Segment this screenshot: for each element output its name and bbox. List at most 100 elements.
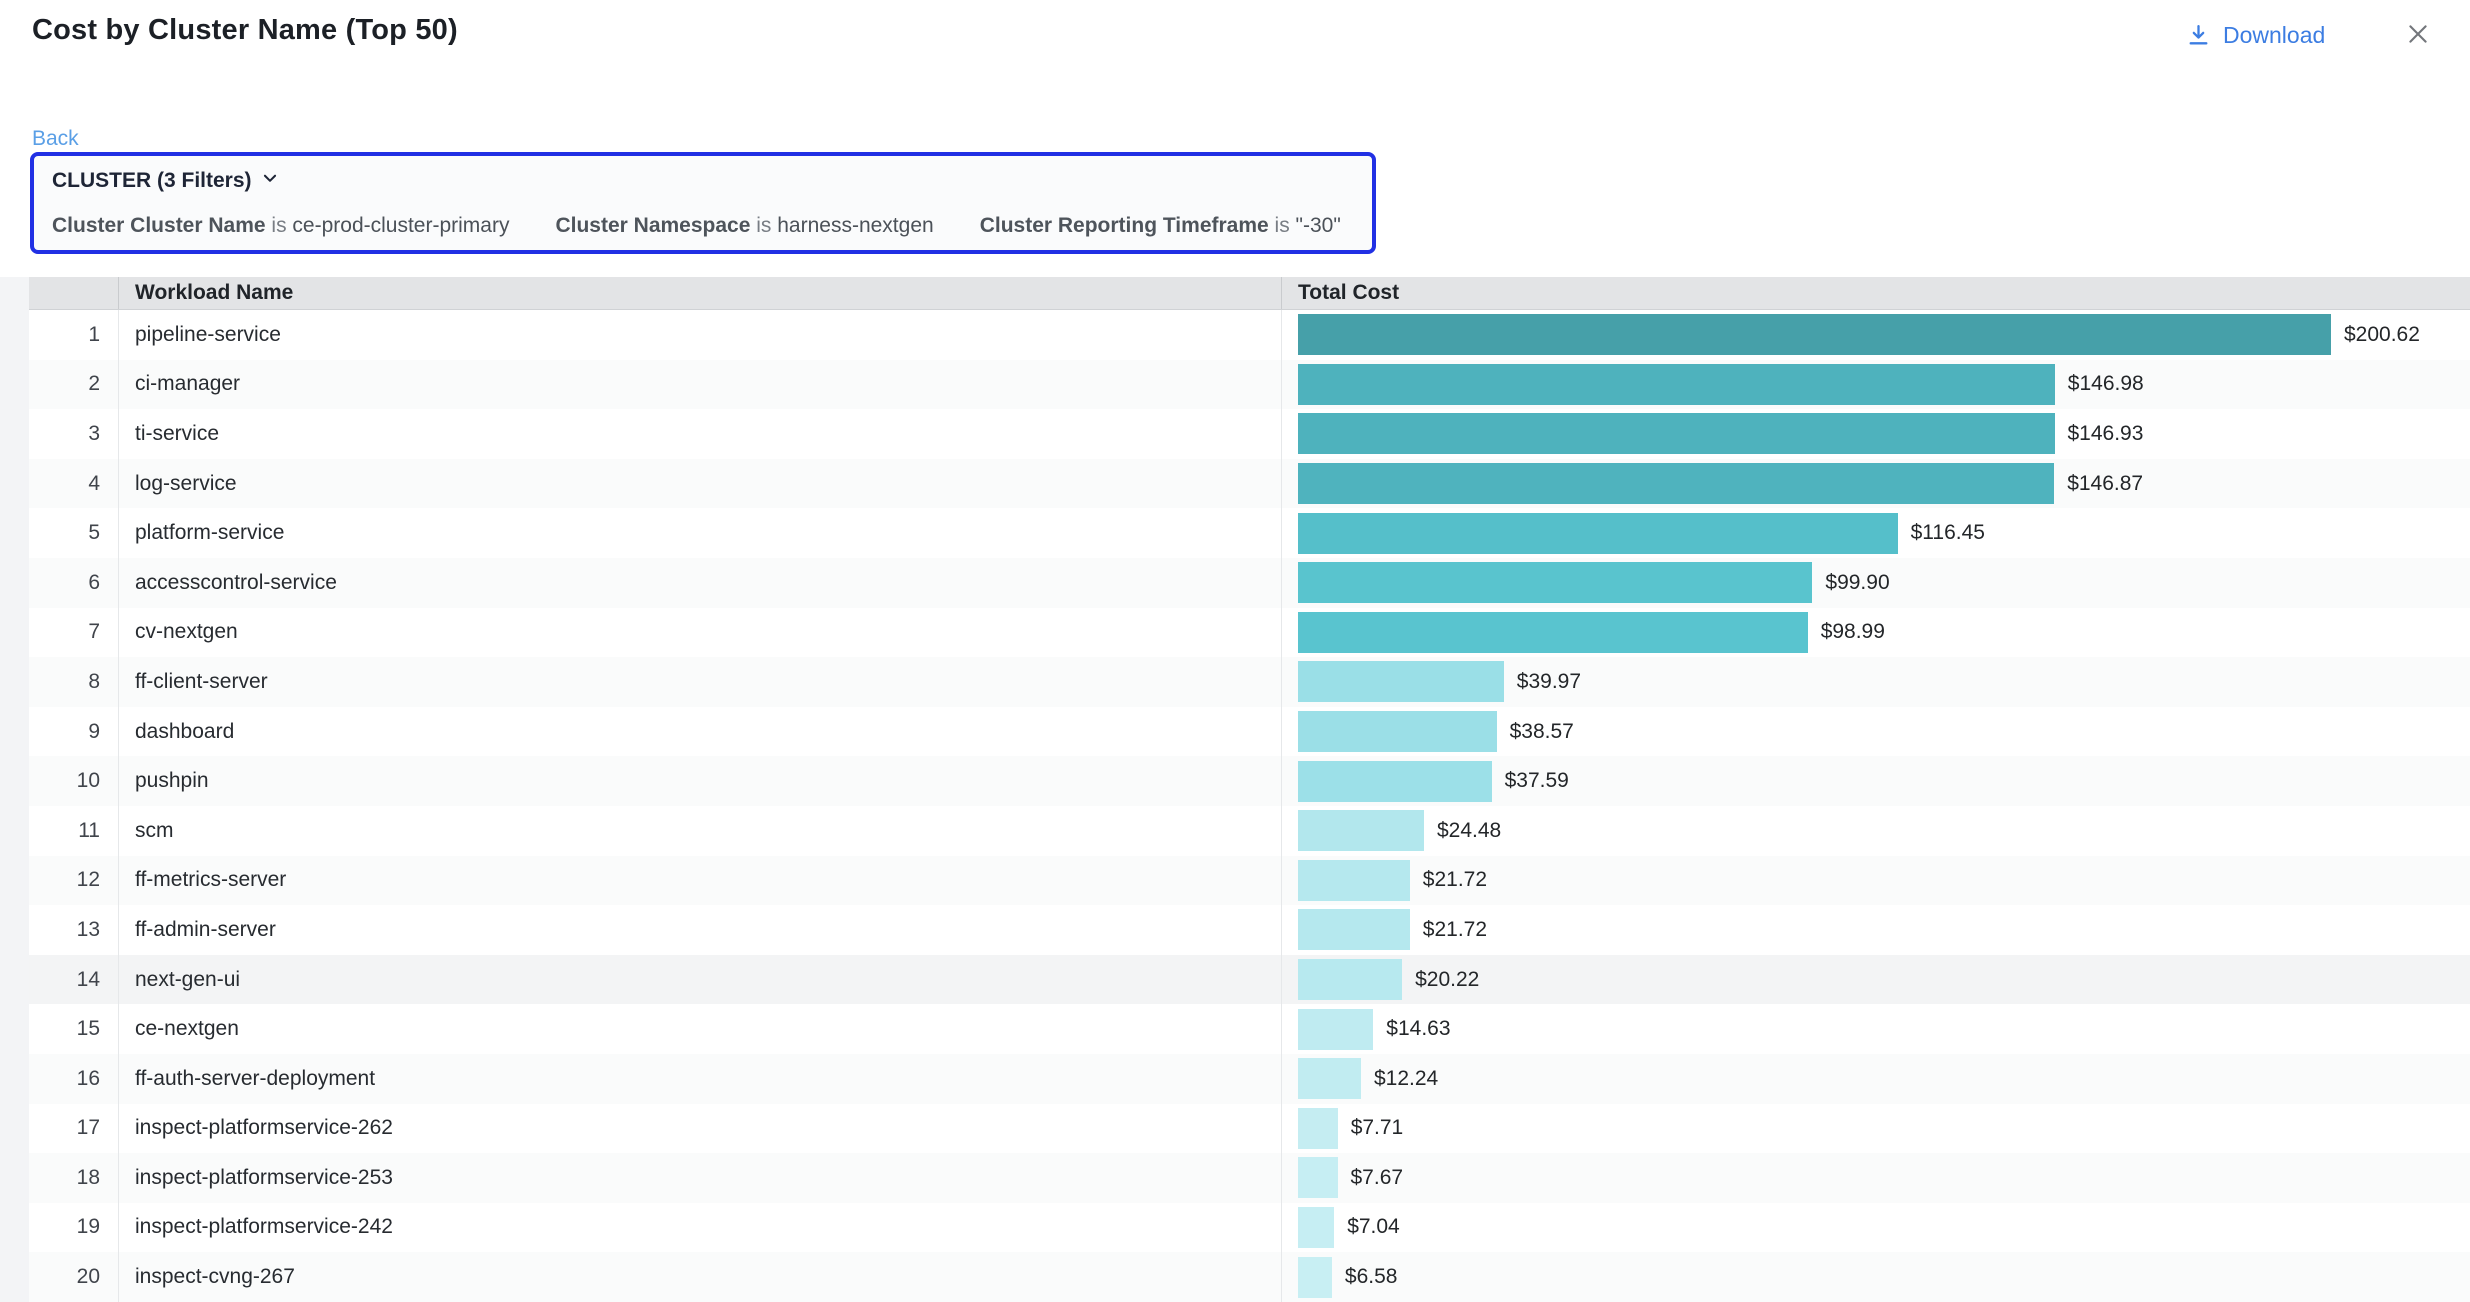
cost-bar bbox=[1298, 413, 2055, 454]
workload-name-cell: inspect-platformservice-262 bbox=[118, 1104, 1281, 1154]
cost-value-label: $24.48 bbox=[1437, 819, 1501, 843]
filter-field: Cluster Reporting Timeframe bbox=[980, 214, 1269, 237]
total-cost-cell: $24.48 bbox=[1281, 806, 2470, 856]
table-row[interactable]: 15 ce-nextgen $14.63 bbox=[29, 1004, 2470, 1054]
row-rank: 10 bbox=[29, 756, 118, 806]
cost-bar bbox=[1298, 810, 1424, 851]
cost-value-label: $98.99 bbox=[1821, 620, 1885, 644]
row-rank: 17 bbox=[29, 1104, 118, 1154]
filter-condition[interactable]: Cluster Namespace is harness-nextgen bbox=[555, 214, 933, 238]
workload-name-cell: ce-nextgen bbox=[118, 1004, 1281, 1054]
page-title: Cost by Cluster Name (Top 50) bbox=[32, 14, 458, 47]
cost-bar bbox=[1298, 612, 1808, 653]
total-cost-cell: $21.72 bbox=[1281, 905, 2470, 955]
table-row[interactable]: 4 log-service $146.87 bbox=[29, 459, 2470, 509]
workload-name-cell: dashboard bbox=[118, 707, 1281, 757]
row-rank: 3 bbox=[29, 409, 118, 459]
cost-value-label: $21.72 bbox=[1423, 868, 1487, 892]
cost-value-label: $39.97 bbox=[1517, 670, 1581, 694]
table-row[interactable]: 13 ff-admin-server $21.72 bbox=[29, 905, 2470, 955]
filter-condition[interactable]: Cluster Cluster Name is ce-prod-cluster-… bbox=[52, 214, 509, 238]
total-cost-cell: $6.58 bbox=[1281, 1252, 2470, 1302]
total-cost-cell: $200.62 bbox=[1281, 310, 2470, 360]
row-rank: 1 bbox=[29, 310, 118, 360]
cost-value-label: $21.72 bbox=[1423, 918, 1487, 942]
table-row[interactable]: 6 accesscontrol-service $99.90 bbox=[29, 558, 2470, 608]
cost-value-label: $146.98 bbox=[2068, 372, 2144, 396]
table-row[interactable]: 5 platform-service $116.45 bbox=[29, 508, 2470, 558]
row-rank: 19 bbox=[29, 1203, 118, 1253]
download-button[interactable]: Download bbox=[2186, 22, 2325, 49]
workload-name-cell: inspect-platformservice-242 bbox=[118, 1203, 1281, 1253]
filter-panel-title: CLUSTER (3 Filters) bbox=[52, 169, 252, 193]
table-row[interactable]: 12 ff-metrics-server $21.72 bbox=[29, 856, 2470, 906]
total-cost-cell: $37.59 bbox=[1281, 756, 2470, 806]
total-cost-column-header: Total Cost bbox=[1281, 277, 2470, 309]
filter-value: ce-prod-cluster-primary bbox=[292, 214, 509, 237]
cost-value-label: $7.71 bbox=[1351, 1116, 1404, 1140]
table-row[interactable]: 7 cv-nextgen $98.99 bbox=[29, 608, 2470, 658]
table-row[interactable]: 9 dashboard $38.57 bbox=[29, 707, 2470, 757]
workload-name-cell: pipeline-service bbox=[118, 310, 1281, 360]
workload-name-cell: ff-auth-server-deployment bbox=[118, 1054, 1281, 1104]
cost-bar bbox=[1298, 711, 1497, 752]
table-header-row: Workload Name Total Cost bbox=[29, 277, 2470, 310]
cost-bar bbox=[1298, 661, 1504, 702]
table-left-gutter bbox=[0, 277, 29, 1302]
total-cost-cell: $7.67 bbox=[1281, 1153, 2470, 1203]
filter-value: "-30" bbox=[1296, 214, 1341, 237]
back-link[interactable]: Back bbox=[32, 127, 79, 151]
table-row[interactable]: 1 pipeline-service $200.62 bbox=[29, 310, 2470, 360]
table-row[interactable]: 16 ff-auth-server-deployment $12.24 bbox=[29, 1054, 2470, 1104]
close-button[interactable] bbox=[2400, 18, 2436, 54]
filter-field: Cluster Cluster Name bbox=[52, 214, 266, 237]
cost-bar bbox=[1298, 314, 2331, 355]
table-row[interactable]: 11 scm $24.48 bbox=[29, 806, 2470, 856]
chevron-down-icon bbox=[261, 169, 279, 193]
workload-name-cell: cv-nextgen bbox=[118, 608, 1281, 658]
filter-field: Cluster Namespace bbox=[555, 214, 750, 237]
cost-value-label: $99.90 bbox=[1825, 571, 1889, 595]
total-cost-cell: $146.98 bbox=[1281, 360, 2470, 410]
table-row[interactable]: 17 inspect-platformservice-262 $7.71 bbox=[29, 1104, 2470, 1154]
workload-name-cell: inspect-cvng-267 bbox=[118, 1252, 1281, 1302]
filter-condition[interactable]: Cluster Reporting Timeframe is "-30" bbox=[980, 214, 1341, 238]
table-row[interactable]: 2 ci-manager $146.98 bbox=[29, 360, 2470, 410]
filter-list: Cluster Cluster Name is ce-prod-cluster-… bbox=[52, 214, 1354, 238]
workload-name-column-header: Workload Name bbox=[118, 277, 1281, 309]
download-label: Download bbox=[2223, 22, 2325, 49]
cost-bar bbox=[1298, 1207, 1334, 1248]
total-cost-cell: $7.04 bbox=[1281, 1203, 2470, 1253]
row-rank: 16 bbox=[29, 1054, 118, 1104]
table-row[interactable]: 14 next-gen-ui $20.22 bbox=[29, 955, 2470, 1005]
workload-name-cell: ti-service bbox=[118, 409, 1281, 459]
row-rank: 8 bbox=[29, 657, 118, 707]
row-rank: 6 bbox=[29, 558, 118, 608]
total-cost-cell: $146.93 bbox=[1281, 409, 2470, 459]
cost-value-label: $6.58 bbox=[1345, 1265, 1398, 1289]
table-row[interactable]: 18 inspect-platformservice-253 $7.67 bbox=[29, 1153, 2470, 1203]
table-row[interactable]: 20 inspect-cvng-267 $6.58 bbox=[29, 1252, 2470, 1302]
table-row[interactable]: 19 inspect-platformservice-242 $7.04 bbox=[29, 1203, 2470, 1253]
workload-name-cell: ff-client-server bbox=[118, 657, 1281, 707]
row-rank: 18 bbox=[29, 1153, 118, 1203]
cost-value-label: $146.87 bbox=[2067, 472, 2143, 496]
total-cost-cell: $12.24 bbox=[1281, 1054, 2470, 1104]
table-row[interactable]: 10 pushpin $37.59 bbox=[29, 756, 2470, 806]
cluster-filter-dropdown[interactable]: CLUSTER (3 Filters) bbox=[52, 169, 279, 193]
cost-bar bbox=[1298, 1009, 1373, 1050]
row-rank: 7 bbox=[29, 608, 118, 658]
table-row[interactable]: 3 ti-service $146.93 bbox=[29, 409, 2470, 459]
total-cost-cell: $39.97 bbox=[1281, 657, 2470, 707]
workload-name-cell: log-service bbox=[118, 459, 1281, 509]
filter-operator: is bbox=[1275, 214, 1296, 237]
close-icon bbox=[2404, 20, 2432, 53]
cost-bar bbox=[1298, 513, 1898, 554]
table-body: 1 pipeline-service $200.62 2 ci-manager … bbox=[29, 310, 2470, 1302]
total-cost-cell: $7.71 bbox=[1281, 1104, 2470, 1154]
total-cost-cell: $99.90 bbox=[1281, 558, 2470, 608]
row-rank: 15 bbox=[29, 1004, 118, 1054]
workload-name-cell: ff-metrics-server bbox=[118, 856, 1281, 906]
table-row[interactable]: 8 ff-client-server $39.97 bbox=[29, 657, 2470, 707]
workload-name-cell: accesscontrol-service bbox=[118, 558, 1281, 608]
